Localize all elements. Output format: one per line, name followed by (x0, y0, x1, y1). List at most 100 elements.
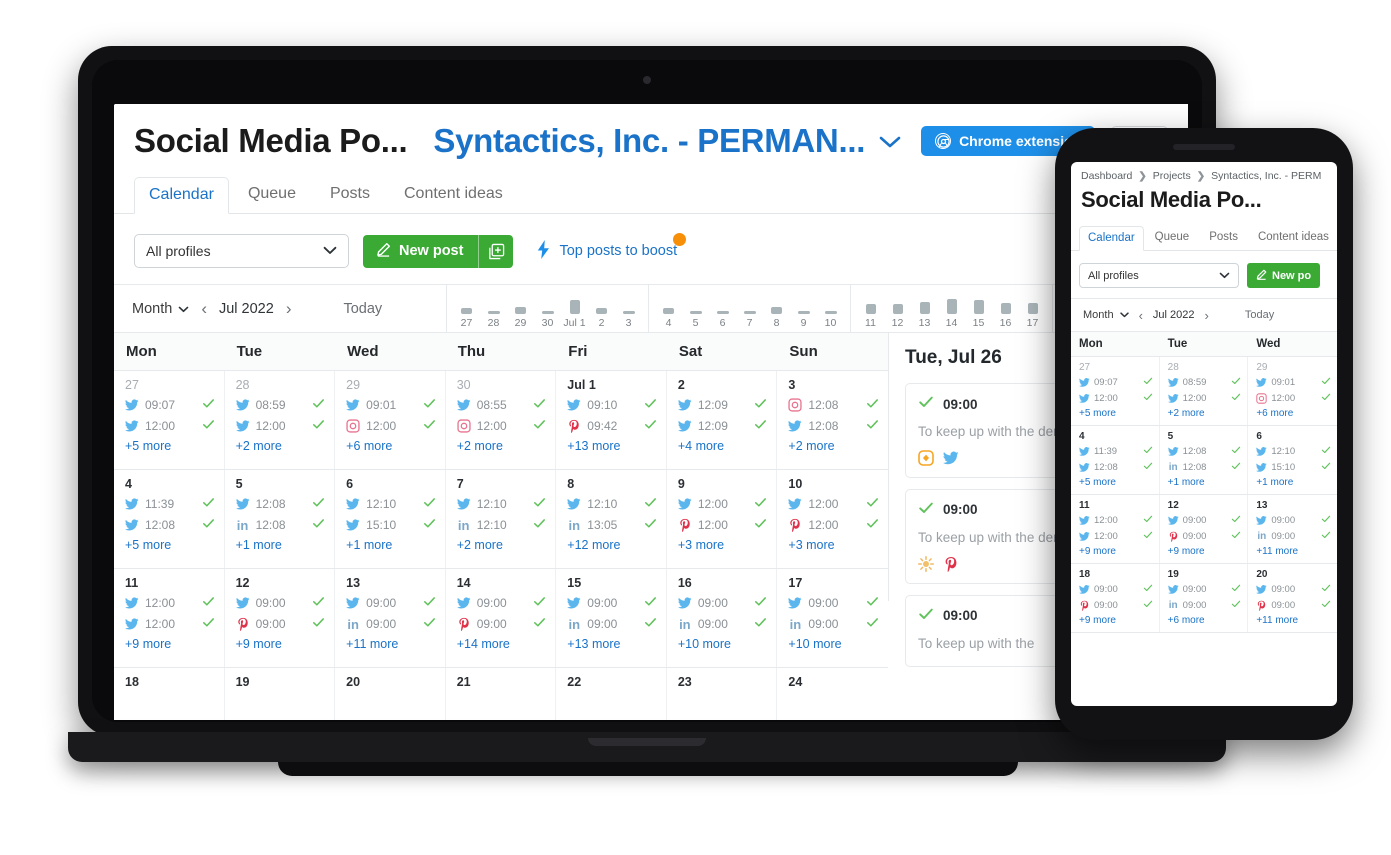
mobile-calendar-event[interactable]: 12:08 (1167, 445, 1242, 458)
calendar-day-cell[interactable]: 29 09:01 12:00 +6 more (335, 371, 446, 469)
mobile-more-events-link[interactable]: +9 more (1079, 546, 1153, 557)
calendar-event[interactable]: in 09:00 (788, 616, 879, 632)
tab-content-ideas[interactable]: Content ideas (389, 176, 518, 213)
mobile-calendar-day-cell[interactable]: 27 09:07 12:00 +5 more (1071, 357, 1160, 425)
calendar-day-cell[interactable]: 6 12:10 15:10 +1 more (335, 470, 446, 568)
calendar-day-cell[interactable]: 15 09:00 in 09:00 +13 more (556, 569, 667, 667)
breadcrumb-item[interactable]: Dashboard (1081, 170, 1132, 182)
more-events-link[interactable]: +5 more (125, 439, 215, 453)
timeline-day[interactable]: 28 (480, 311, 507, 329)
calendar-day-cell[interactable]: 20 (335, 668, 446, 720)
mobile-calendar-event[interactable]: 12:00 (1167, 392, 1242, 405)
calendar-event[interactable]: 11:39 (125, 496, 215, 512)
mobile-calendar-event[interactable]: 09:01 (1256, 376, 1331, 389)
mobile-calendar-day-cell[interactable]: 20 09:00 09:00 +11 more (1248, 564, 1337, 632)
mobile-calendar-event[interactable]: 11:39 (1079, 445, 1153, 458)
calendar-event[interactable]: 12:08 (125, 517, 215, 533)
timeline-day[interactable]: 9 (790, 311, 817, 329)
mobile-more-events-link[interactable]: +6 more (1168, 615, 1242, 626)
calendar-day-cell[interactable]: 19 (225, 668, 336, 720)
more-events-link[interactable]: +5 more (125, 538, 215, 552)
calendar-event[interactable]: 09:00 (456, 595, 547, 611)
mobile-calendar-event[interactable]: 12:00 (1079, 392, 1153, 405)
timeline-day[interactable]: 27 (453, 308, 480, 329)
more-events-link[interactable]: +6 more (346, 439, 436, 453)
calendar-day-cell[interactable]: 8 12:10 in 13:05 +12 more (556, 470, 667, 568)
new-post-button[interactable]: New post (363, 234, 514, 268)
mobile-tab-content-ideas[interactable]: Content ideas (1249, 225, 1337, 250)
more-events-link[interactable]: +4 more (678, 439, 768, 453)
more-events-link[interactable]: +9 more (125, 637, 215, 651)
mobile-more-events-link[interactable]: +1 more (1256, 477, 1331, 488)
mobile-calendar-event[interactable]: in 12:08 (1168, 461, 1242, 474)
tab-queue[interactable]: Queue (233, 176, 311, 213)
mobile-tab-queue[interactable]: Queue (1146, 225, 1199, 250)
prev-month-button[interactable]: ‹ (189, 299, 219, 319)
mobile-calendar-event[interactable]: 09:00 (1167, 583, 1242, 596)
timeline-day[interactable]: 15 (965, 300, 992, 329)
mobile-calendar-event[interactable]: 12:00 (1256, 392, 1331, 405)
mobile-calendar-day-cell[interactable]: 18 09:00 09:00 +9 more (1071, 564, 1160, 632)
mobile-calendar-event[interactable]: in 09:00 (1168, 599, 1242, 612)
more-events-link[interactable]: +1 more (236, 538, 326, 552)
mobile-calendar-event[interactable]: in 09:00 (1256, 530, 1331, 543)
mobile-more-events-link[interactable]: +9 more (1168, 546, 1242, 557)
mobile-calendar-day-cell[interactable]: 5 12:08 in 12:08 +1 more (1160, 426, 1249, 494)
timeline-day[interactable]: 3 (615, 311, 642, 329)
calendar-event[interactable]: 12:00 (677, 496, 768, 512)
timeline-day[interactable]: 5 (682, 311, 709, 329)
calendar-event[interactable]: 12:00 (678, 517, 768, 533)
calendar-event[interactable]: in 09:00 (678, 616, 768, 632)
timeline-day[interactable]: 30 (534, 311, 561, 329)
calendar-event[interactable]: 12:08 (788, 418, 879, 434)
mobile-calendar-event[interactable]: 12:10 (1256, 445, 1331, 458)
mobile-calendar-day-cell[interactable]: 19 09:00 in 09:00 +6 more (1160, 564, 1249, 632)
mobile-calendar-event[interactable]: 09:00 (1256, 583, 1331, 596)
calendar-day-cell[interactable]: 9 12:00 12:00 +3 more (667, 470, 778, 568)
mobile-tab-calendar[interactable]: Calendar (1079, 226, 1144, 251)
mobile-view-mode-selector[interactable]: Month (1083, 309, 1129, 321)
mobile-more-events-link[interactable]: +9 more (1079, 615, 1153, 626)
mobile-calendar-day-cell[interactable]: 6 12:10 15:10 +1 more (1248, 426, 1337, 494)
calendar-day-cell[interactable]: 17 09:00 in 09:00 +10 more (777, 569, 888, 667)
calendar-event[interactable]: in 09:00 (567, 616, 657, 632)
mobile-next-month-button[interactable]: › (1195, 308, 1219, 323)
more-events-link[interactable]: +2 more (457, 538, 547, 552)
more-events-link[interactable]: +2 more (236, 439, 326, 453)
mobile-more-events-link[interactable]: +1 more (1168, 477, 1242, 488)
more-events-link[interactable]: +14 more (457, 637, 547, 651)
timeline-day[interactable]: 2 (588, 308, 615, 329)
mobile-calendar-event[interactable]: 09:00 (1079, 599, 1153, 612)
calendar-day-cell[interactable]: Jul 1 09:10 09:42 +13 more (556, 371, 667, 469)
mobile-calendar-day-cell[interactable]: 11 12:00 12:00 +9 more (1071, 495, 1160, 563)
calendar-day-cell[interactable]: 18 (114, 668, 225, 720)
more-events-link[interactable]: +1 more (346, 538, 436, 552)
calendar-event[interactable]: 12:09 (677, 397, 768, 413)
calendar-event[interactable]: 09:00 (677, 595, 768, 611)
more-events-link[interactable]: +3 more (678, 538, 768, 552)
mobile-new-post-button[interactable]: New po (1247, 263, 1321, 288)
timeline-day[interactable]: 7 (736, 311, 763, 329)
chevron-down-icon[interactable] (879, 129, 901, 154)
calendar-event[interactable]: 12:10 (567, 496, 657, 512)
timeline-day[interactable]: 12 (884, 304, 911, 329)
mobile-calendar-day-cell[interactable]: 29 09:01 12:00 +6 more (1248, 357, 1337, 425)
more-events-link[interactable]: +12 more (567, 538, 657, 552)
timeline-day[interactable]: 11 (857, 304, 884, 329)
mobile-calendar-event[interactable]: 12:08 (1079, 461, 1153, 474)
timeline-day[interactable]: 4 (655, 308, 682, 329)
calendar-day-cell[interactable]: 2 12:09 12:09 +4 more (667, 371, 778, 469)
bulk-post-icon[interactable] (479, 235, 513, 268)
mobile-calendar-event[interactable]: 09:07 (1079, 376, 1153, 389)
calendar-event[interactable]: 08:55 (456, 397, 547, 413)
calendar-day-cell[interactable]: 4 11:39 12:08 +5 more (114, 470, 225, 568)
mobile-calendar-day-cell[interactable]: 28 08:59 12:00 +2 more (1160, 357, 1249, 425)
mobile-calendar-event[interactable]: 09:00 (1168, 530, 1242, 543)
mobile-prev-month-button[interactable]: ‹ (1129, 308, 1153, 323)
calendar-event[interactable]: 12:08 (235, 496, 326, 512)
mobile-more-events-link[interactable]: +11 more (1256, 615, 1331, 626)
mobile-tab-posts[interactable]: Posts (1200, 225, 1247, 250)
mobile-calendar-event[interactable]: 09:00 (1256, 599, 1331, 612)
calendar-day-cell[interactable]: 13 09:00 in 09:00 +11 more (335, 569, 446, 667)
calendar-day-cell[interactable]: 10 12:00 12:00 +3 more (777, 470, 888, 568)
